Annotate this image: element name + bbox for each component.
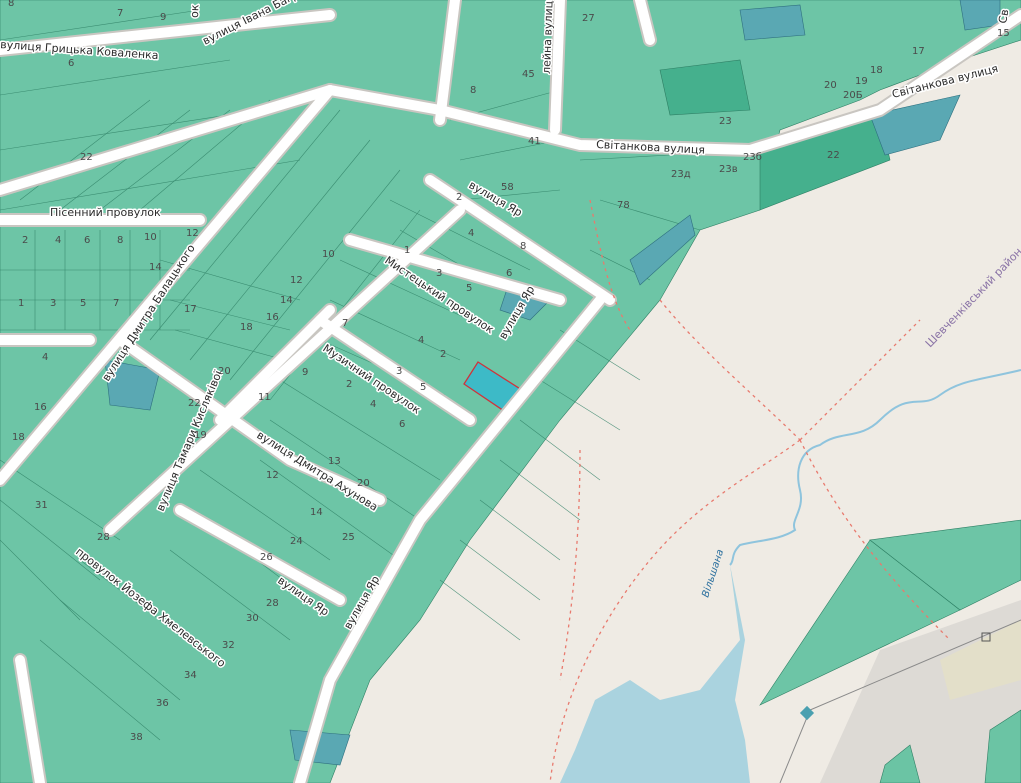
house-number: 12 [266, 470, 279, 481]
house-number: 9 [160, 12, 166, 23]
street-nk-top: ок [188, 4, 201, 18]
house-number: 17 [912, 46, 925, 57]
house-number: 22 [188, 398, 201, 409]
house-number: 1 [18, 298, 24, 309]
house-number: 6 [506, 268, 512, 279]
house-number: 18 [12, 432, 25, 443]
house-number: 16 [34, 402, 47, 413]
house-number: 27 [582, 13, 595, 24]
house-number: 19 [194, 430, 207, 441]
house-number: 2 [440, 349, 446, 360]
house-number: 28 [97, 532, 110, 543]
house-number: 32 [222, 640, 235, 651]
house-number: 22 [827, 150, 840, 161]
house-number: 18 [240, 322, 253, 333]
house-number: 14 [310, 507, 323, 518]
house-number: 4 [55, 235, 61, 246]
house-number: 34 [184, 670, 197, 681]
house-number: 18 [870, 65, 883, 76]
house-number: 6 [399, 419, 405, 430]
house-number: 5 [80, 298, 86, 309]
house-number: 25 [342, 532, 355, 543]
house-number: 23 [719, 116, 732, 127]
house-number: 78 [617, 200, 630, 211]
house-number: 20 [218, 366, 231, 377]
house-number: 9 [302, 367, 308, 378]
street-sv-edge: Св [996, 8, 1011, 24]
house-number: 20Б [843, 90, 863, 101]
house-number: 58 [501, 182, 514, 193]
house-number: 16 [266, 312, 279, 323]
house-number: 19 [855, 76, 868, 87]
house-number: 5 [466, 283, 472, 294]
house-number: 5 [420, 382, 426, 393]
house-number: 10 [144, 232, 157, 243]
house-number: 4 [468, 228, 474, 239]
house-number: 8 [117, 235, 123, 246]
house-number: 1 [404, 245, 410, 256]
house-number: 22 [80, 152, 93, 163]
house-number: 3 [396, 366, 402, 377]
house-number: 14 [280, 295, 293, 306]
house-number: 4 [370, 399, 376, 410]
house-number: 31 [35, 500, 48, 511]
house-number: 23в [719, 164, 738, 175]
house-number: 26 [260, 552, 273, 563]
house-number: 10 [322, 249, 335, 260]
house-number: 8 [8, 0, 14, 9]
house-number: 3 [436, 268, 442, 279]
house-number: 2 [456, 192, 462, 203]
house-number: 11 [258, 392, 271, 403]
house-number: 17 [184, 304, 197, 315]
house-number: 8 [520, 241, 526, 252]
house-number: 14 [149, 262, 162, 273]
house-number: 28 [266, 598, 279, 609]
house-number: 4 [42, 352, 48, 363]
house-number: 4 [418, 335, 424, 346]
house-number: 30 [246, 613, 259, 624]
house-number: 23д [671, 169, 691, 180]
house-number: 12 [186, 228, 199, 239]
house-number: 7 [342, 318, 348, 329]
house-number: 2 [22, 235, 28, 246]
house-number: 45 [522, 69, 535, 80]
house-number: 13 [328, 456, 341, 467]
house-number: 2 [346, 379, 352, 390]
house-number: 6 [68, 58, 74, 69]
house-number: 20 [357, 478, 370, 489]
house-number: 38 [130, 732, 143, 743]
house-number: 41 [528, 136, 541, 147]
house-number: 20 [824, 80, 837, 91]
house-number: 36 [156, 698, 169, 709]
house-number: 6 [84, 235, 90, 246]
house-number: 24 [290, 536, 303, 547]
house-number: 7 [113, 298, 119, 309]
house-number: 7 [117, 8, 123, 19]
street-pisennyi: Пісенний провулок [50, 206, 161, 219]
house-number: 15 [997, 28, 1010, 39]
house-number: 23б [743, 152, 762, 163]
map-canvas[interactable]: вулиця Грицька Коваленка вулиця Івана Ба… [0, 0, 1021, 783]
house-number: 8 [470, 85, 476, 96]
house-number: 12 [290, 275, 303, 286]
house-number: 3 [50, 298, 56, 309]
